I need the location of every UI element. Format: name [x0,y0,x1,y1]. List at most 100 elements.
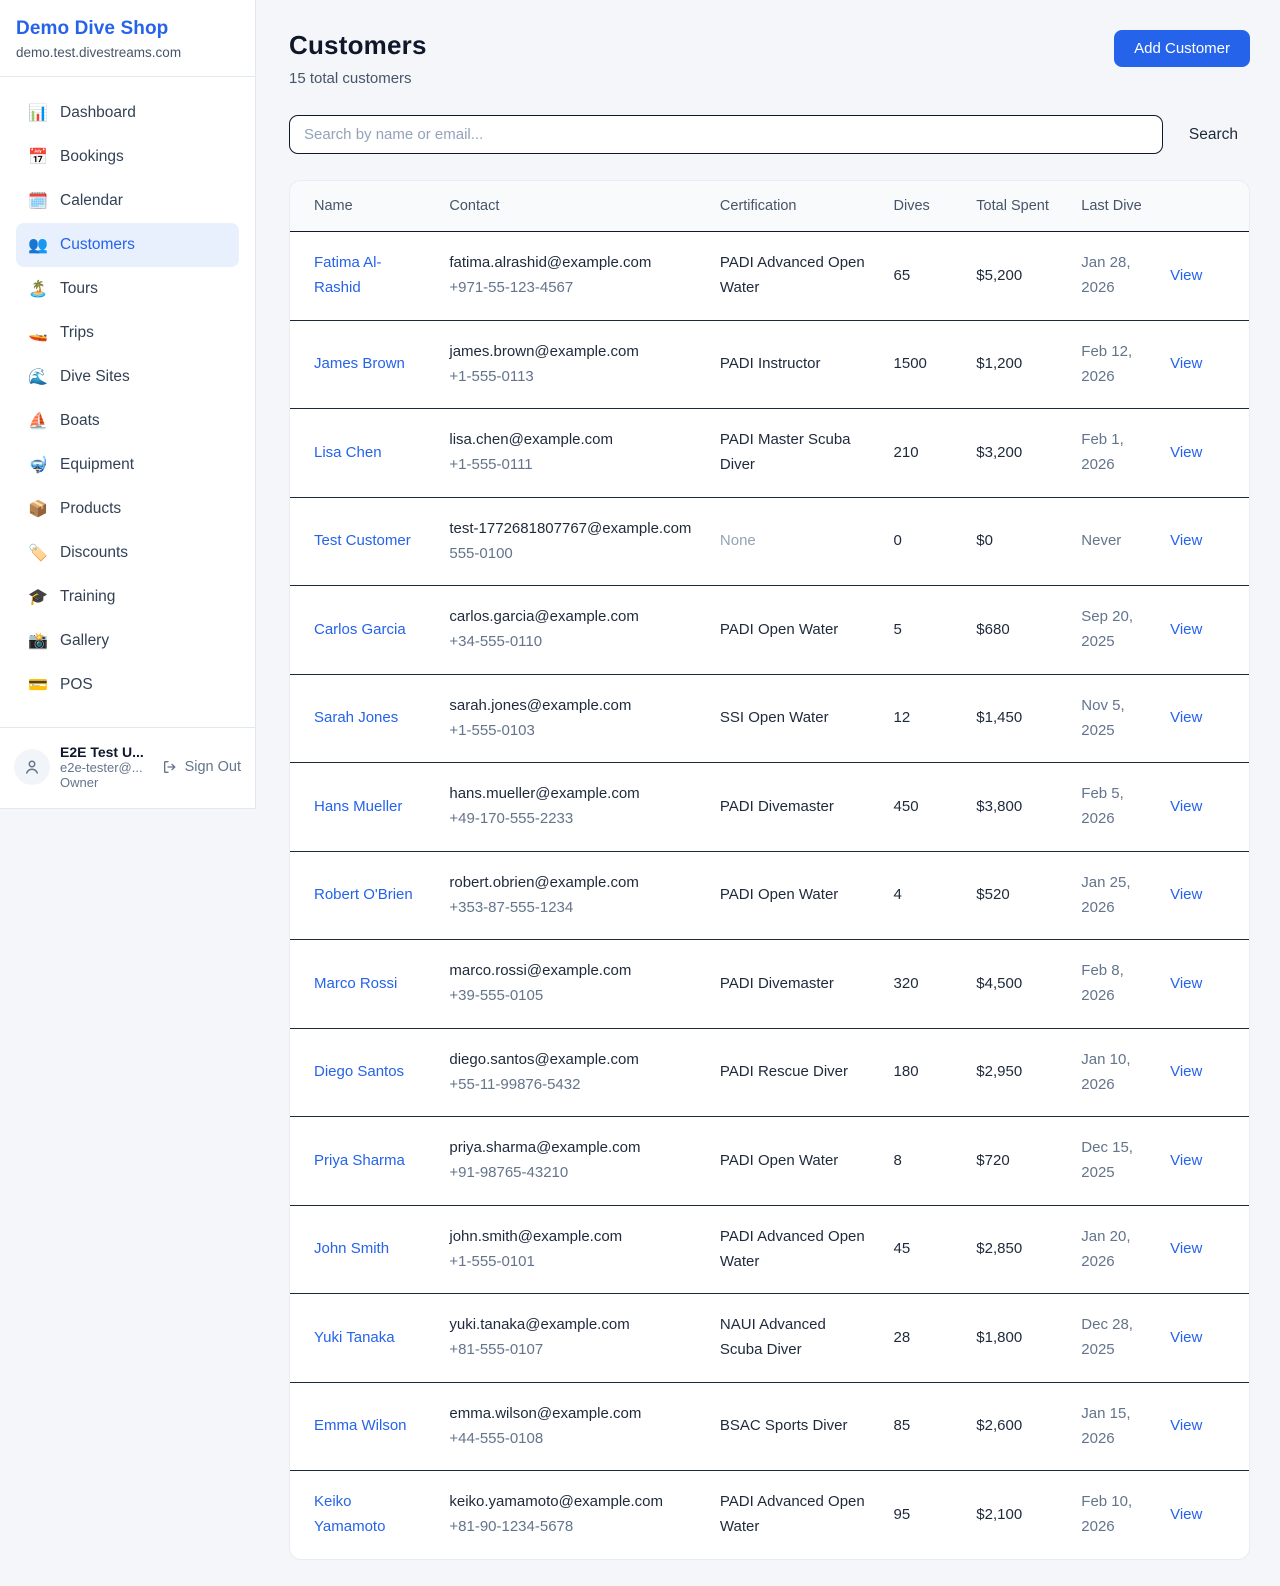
customer-last-dive: Jan 28, 2026 [1081,254,1130,296]
customer-name-link[interactable]: Keiko Yamamoto [314,1493,385,1535]
customer-count: 15 total customers [289,70,427,87]
customer-last-dive: Sep 20, 2025 [1081,608,1133,650]
view-link[interactable]: View [1170,621,1202,638]
customer-dives: 450 [894,798,919,815]
table-row: Fatima Al-Rashid fatima.alrashid@example… [290,232,1249,321]
sidebar-item-customers[interactable]: 👥 Customers [16,223,239,267]
sidebar-item-label: Customers [60,236,135,254]
sidebar-item-dive-sites[interactable]: 🌊 Dive Sites [16,355,239,399]
customer-phone: +55-11-99876-5432 [449,1073,692,1098]
sidebar-header: Demo Dive Shop demo.test.divestreams.com [0,0,255,77]
customer-name-link[interactable]: Sarah Jones [314,709,398,726]
customer-total-spent: $5,200 [976,267,1022,284]
sidebar-item-equipment[interactable]: 🤿 Equipment [16,443,239,487]
customer-total-spent: $3,800 [976,798,1022,815]
customer-phone: +1-555-0111 [449,453,692,478]
view-link[interactable]: View [1170,267,1202,284]
customer-name-link[interactable]: Lisa Chen [314,444,382,461]
customer-name-link[interactable]: Priya Sharma [314,1152,405,1169]
view-link[interactable]: View [1170,355,1202,372]
customer-certification: PADI Advanced Open Water [720,1228,865,1270]
view-link[interactable]: View [1170,1329,1202,1346]
customer-phone: +971-55-123-4567 [449,276,692,301]
sidebar-item-discounts[interactable]: 🏷️ Discounts [16,531,239,575]
sidebar-item-label: Dashboard [60,104,136,122]
customer-name-link[interactable]: Marco Rossi [314,975,397,992]
view-link[interactable]: View [1170,798,1202,815]
page-header-text: Customers 15 total customers [289,30,427,87]
customer-name-link[interactable]: Diego Santos [314,1063,404,1080]
table-row: Test Customer test-1772681807767@example… [290,497,1249,586]
customer-certification: PADI Advanced Open Water [720,254,865,296]
tag-icon: 🏷️ [28,543,48,563]
sidebar-item-dashboard[interactable]: 📊 Dashboard [16,91,239,135]
sidebar-item-label: Trips [60,324,94,342]
customer-last-dive: Nov 5, 2025 [1081,697,1124,739]
sidebar-item-boats[interactable]: ⛵ Boats [16,399,239,443]
view-link[interactable]: View [1170,709,1202,726]
search-input[interactable] [289,115,1163,154]
customer-last-dive: Feb 10, 2026 [1081,1493,1132,1535]
sign-out-button[interactable]: Sign Out [162,759,241,775]
page-header: Customers 15 total customers Add Custome… [289,30,1250,87]
sidebar-item-bookings[interactable]: 📅 Bookings [16,135,239,179]
sidebar-item-pos[interactable]: 💳 POS [16,663,239,707]
customer-name-link[interactable]: Yuki Tanaka [314,1329,395,1346]
sidebar-item-calendar[interactable]: 🗓️ Calendar [16,179,239,223]
column-header-name: Name [290,181,437,232]
table-row: Robert O'Brien robert.obrien@example.com… [290,851,1249,940]
view-link[interactable]: View [1170,975,1202,992]
customer-last-dive: Feb 8, 2026 [1081,962,1124,1004]
customer-total-spent: $1,200 [976,355,1022,372]
customer-name-link[interactable]: Emma Wilson [314,1417,407,1434]
sidebar-item-label: Discounts [60,544,128,562]
view-link[interactable]: View [1170,1152,1202,1169]
customer-email: test-1772681807767@example.com [449,517,692,542]
view-link[interactable]: View [1170,1240,1202,1257]
customer-total-spent: $2,950 [976,1063,1022,1080]
sidebar-item-trips[interactable]: 🚤 Trips [16,311,239,355]
sidebar: Demo Dive Shop demo.test.divestreams.com… [0,0,256,809]
customer-name-link[interactable]: John Smith [314,1240,389,1257]
view-link[interactable]: View [1170,444,1202,461]
table-row: Keiko Yamamoto keiko.yamamoto@example.co… [290,1471,1249,1559]
search-bar: Search [289,115,1250,154]
wave-icon: 🌊 [28,367,48,387]
customer-dives: 65 [894,267,911,284]
customer-phone: +44-555-0108 [449,1427,692,1452]
view-link[interactable]: View [1170,886,1202,903]
customer-email: hans.mueller@example.com [449,782,692,807]
customer-last-dive: Feb 5, 2026 [1081,785,1124,827]
customer-email: carlos.garcia@example.com [449,605,692,630]
sidebar-item-gallery[interactable]: 📸 Gallery [16,619,239,663]
customer-name-link[interactable]: Test Customer [314,532,411,549]
table-body: Fatima Al-Rashid fatima.alrashid@example… [290,232,1249,1559]
customer-name-link[interactable]: James Brown [314,355,405,372]
customer-dives: 1500 [894,355,927,372]
customer-name-link[interactable]: Robert O'Brien [314,886,413,903]
customer-total-spent: $3,200 [976,444,1022,461]
sidebar-user-section: E2E Test U... e2e-tester@... Owner Sign … [0,727,255,808]
view-link[interactable]: View [1170,532,1202,549]
sidebar-item-label: Calendar [60,192,123,210]
boat-trip-icon: 🚤 [28,323,48,343]
view-link[interactable]: View [1170,1063,1202,1080]
search-button[interactable]: Search [1177,118,1250,152]
customer-total-spent: $680 [976,621,1009,638]
customer-name-link[interactable]: Carlos Garcia [314,621,406,638]
customer-certification: PADI Divemaster [720,975,834,992]
customer-dives: 95 [894,1506,911,1523]
customer-name-link[interactable]: Hans Mueller [314,798,402,815]
view-link[interactable]: View [1170,1417,1202,1434]
user-name: E2E Test U... [60,744,152,760]
sidebar-item-tours[interactable]: 🏝️ Tours [16,267,239,311]
user-email: e2e-tester@... [60,760,152,775]
add-customer-button[interactable]: Add Customer [1114,30,1250,67]
customer-name-link[interactable]: Fatima Al-Rashid [314,254,382,296]
sidebar-item-label: Bookings [60,148,124,166]
main-content: Customers 15 total customers Add Custome… [256,0,1280,1586]
customer-email: emma.wilson@example.com [449,1402,692,1427]
view-link[interactable]: View [1170,1506,1202,1523]
sidebar-item-products[interactable]: 📦 Products [16,487,239,531]
sidebar-item-training[interactable]: 🎓 Training [16,575,239,619]
